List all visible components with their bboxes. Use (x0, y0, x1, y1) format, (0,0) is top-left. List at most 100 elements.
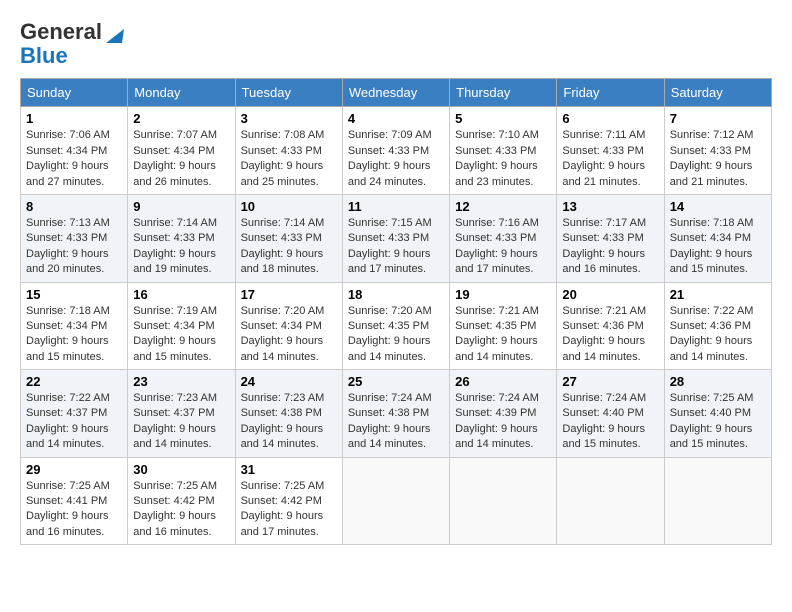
calendar-cell: 28Sunrise: 7:25 AMSunset: 4:40 PMDayligh… (664, 370, 771, 458)
day-number: 25 (348, 374, 444, 389)
calendar-cell: 21 Sunrise: 7:22 AMSunset: 4:36 PMDayligh… (664, 282, 771, 370)
calendar-cell: 4 Sunrise: 7:09 AMSunset: 4:33 PMDaylight… (342, 107, 449, 195)
day-number: 24 (241, 374, 337, 389)
day-number: 26 (455, 374, 551, 389)
day-number: 16 (133, 287, 229, 302)
calendar-cell (342, 457, 449, 545)
day-info: Sunrise: 7:06 AMSunset: 4:34 PMDaylight:… (26, 128, 122, 190)
calendar-cell: 9 Sunrise: 7:14 AMSunset: 4:33 PMDaylight… (128, 194, 235, 282)
calendar-cell: 6 Sunrise: 7:11 AMSunset: 4:33 PMDaylight… (557, 107, 664, 195)
day-number: 8 (26, 199, 122, 214)
calendar-cell: 24 Sunrise: 7:23 AMSunset: 4:38 PMDayligh… (235, 370, 342, 458)
day-number: 29 (26, 462, 122, 477)
calendar-table: SundayMondayTuesdayWednesdayThursdayFrid… (20, 78, 772, 545)
day-info: Sunrise: 7:23 AMSunset: 4:38 PMDaylight:… (241, 391, 337, 453)
calendar-cell: 18 Sunrise: 7:20 AMSunset: 4:35 PMDayligh… (342, 282, 449, 370)
day-number: 2 (133, 111, 229, 126)
day-number: 4 (348, 111, 444, 126)
day-info: Sunrise: 7:19 AMSunset: 4:34 PMDaylight:… (133, 304, 229, 366)
calendar-cell: 15 Sunrise: 7:18 AMSunset: 4:34 PMDayligh… (21, 282, 128, 370)
day-number: 14 (670, 199, 766, 214)
day-info: Sunrise: 7:22 AMSunset: 4:36 PMDaylight:… (670, 304, 766, 366)
day-number: 5 (455, 111, 551, 126)
calendar-cell: 2 Sunrise: 7:07 AMSunset: 4:34 PMDaylight… (128, 107, 235, 195)
calendar-cell: 29Sunrise: 7:25 AMSunset: 4:41 PMDayligh… (21, 457, 128, 545)
day-number: 12 (455, 199, 551, 214)
logo: General Blue (20, 20, 124, 68)
day-number: 15 (26, 287, 122, 302)
calendar-cell: 5 Sunrise: 7:10 AMSunset: 4:33 PMDaylight… (450, 107, 557, 195)
day-number: 3 (241, 111, 337, 126)
day-info: Sunrise: 7:25 AMSunset: 4:40 PMDaylight:… (670, 391, 766, 453)
day-info: Sunrise: 7:17 AMSunset: 4:33 PMDaylight:… (562, 216, 658, 278)
day-number: 1 (26, 111, 122, 126)
calendar-cell (450, 457, 557, 545)
day-info: Sunrise: 7:13 AMSunset: 4:33 PMDaylight:… (26, 216, 122, 278)
calendar-cell: 14 Sunrise: 7:18 AMSunset: 4:34 PMDayligh… (664, 194, 771, 282)
day-info: Sunrise: 7:24 AMSunset: 4:40 PMDaylight:… (562, 391, 658, 453)
calendar-cell: 25 Sunrise: 7:24 AMSunset: 4:38 PMDayligh… (342, 370, 449, 458)
calendar-cell: 7 Sunrise: 7:12 AMSunset: 4:33 PMDaylight… (664, 107, 771, 195)
calendar-cell: 10 Sunrise: 7:14 AMSunset: 4:33 PMDayligh… (235, 194, 342, 282)
day-info: Sunrise: 7:21 AMSunset: 4:35 PMDaylight:… (455, 304, 551, 366)
day-info: Sunrise: 7:14 AMSunset: 4:33 PMDaylight:… (241, 216, 337, 278)
day-number: 21 (670, 287, 766, 302)
calendar-cell: 3Sunrise: 7:08 AMSunset: 4:33 PMDaylight… (235, 107, 342, 195)
column-header-wednesday: Wednesday (342, 79, 449, 107)
day-number: 27 (562, 374, 658, 389)
day-number: 7 (670, 111, 766, 126)
calendar-cell: 20Sunrise: 7:21 AMSunset: 4:36 PMDayligh… (557, 282, 664, 370)
day-number: 6 (562, 111, 658, 126)
column-header-thursday: Thursday (450, 79, 557, 107)
day-info: Sunrise: 7:10 AMSunset: 4:33 PMDaylight:… (455, 128, 551, 190)
page-header: General Blue (20, 20, 772, 68)
calendar-week-1: 1 Sunrise: 7:06 AMSunset: 4:34 PMDaylight… (21, 107, 772, 195)
day-info: Sunrise: 7:20 AMSunset: 4:34 PMDaylight:… (241, 304, 337, 366)
day-number: 30 (133, 462, 229, 477)
calendar-cell: 30Sunrise: 7:25 AMSunset: 4:42 PMDayligh… (128, 457, 235, 545)
day-info: Sunrise: 7:09 AMSunset: 4:33 PMDaylight:… (348, 128, 444, 190)
day-info: Sunrise: 7:18 AMSunset: 4:34 PMDaylight:… (26, 304, 122, 366)
calendar-cell (557, 457, 664, 545)
calendar-cell: 8 Sunrise: 7:13 AMSunset: 4:33 PMDaylight… (21, 194, 128, 282)
day-info: Sunrise: 7:24 AMSunset: 4:39 PMDaylight:… (455, 391, 551, 453)
day-info: Sunrise: 7:23 AMSunset: 4:37 PMDaylight:… (133, 391, 229, 453)
calendar-cell: 13 Sunrise: 7:17 AMSunset: 4:33 PMDayligh… (557, 194, 664, 282)
logo-text-blue: Blue (20, 44, 124, 68)
calendar-cell: 11 Sunrise: 7:15 AMSunset: 4:33 PMDayligh… (342, 194, 449, 282)
calendar-cell: 1 Sunrise: 7:06 AMSunset: 4:34 PMDaylight… (21, 107, 128, 195)
calendar-cell: 23Sunrise: 7:23 AMSunset: 4:37 PMDayligh… (128, 370, 235, 458)
column-header-saturday: Saturday (664, 79, 771, 107)
calendar-cell: 31 Sunrise: 7:25 AMSunset: 4:42 PMDayligh… (235, 457, 342, 545)
calendar-cell: 19Sunrise: 7:21 AMSunset: 4:35 PMDayligh… (450, 282, 557, 370)
column-header-friday: Friday (557, 79, 664, 107)
calendar-week-4: 22 Sunrise: 7:22 AMSunset: 4:37 PMDayligh… (21, 370, 772, 458)
day-info: Sunrise: 7:20 AMSunset: 4:35 PMDaylight:… (348, 304, 444, 366)
day-number: 18 (348, 287, 444, 302)
column-header-sunday: Sunday (21, 79, 128, 107)
day-info: Sunrise: 7:21 AMSunset: 4:36 PMDaylight:… (562, 304, 658, 366)
day-number: 13 (562, 199, 658, 214)
day-info: Sunrise: 7:22 AMSunset: 4:37 PMDaylight:… (26, 391, 122, 453)
day-info: Sunrise: 7:15 AMSunset: 4:33 PMDaylight:… (348, 216, 444, 278)
calendar-week-5: 29Sunrise: 7:25 AMSunset: 4:41 PMDayligh… (21, 457, 772, 545)
day-info: Sunrise: 7:11 AMSunset: 4:33 PMDaylight:… (562, 128, 658, 190)
day-number: 9 (133, 199, 229, 214)
calendar-cell: 12Sunrise: 7:16 AMSunset: 4:33 PMDayligh… (450, 194, 557, 282)
calendar-cell: 16 Sunrise: 7:19 AMSunset: 4:34 PMDayligh… (128, 282, 235, 370)
calendar-cell: 22 Sunrise: 7:22 AMSunset: 4:37 PMDayligh… (21, 370, 128, 458)
day-number: 10 (241, 199, 337, 214)
calendar-cell: 26 Sunrise: 7:24 AMSunset: 4:39 PMDayligh… (450, 370, 557, 458)
day-number: 22 (26, 374, 122, 389)
day-info: Sunrise: 7:18 AMSunset: 4:34 PMDaylight:… (670, 216, 766, 278)
day-info: Sunrise: 7:07 AMSunset: 4:34 PMDaylight:… (133, 128, 229, 190)
day-number: 11 (348, 199, 444, 214)
day-info: Sunrise: 7:12 AMSunset: 4:33 PMDaylight:… (670, 128, 766, 190)
calendar-week-2: 8 Sunrise: 7:13 AMSunset: 4:33 PMDaylight… (21, 194, 772, 282)
day-info: Sunrise: 7:14 AMSunset: 4:33 PMDaylight:… (133, 216, 229, 278)
day-info: Sunrise: 7:25 AMSunset: 4:42 PMDaylight:… (241, 479, 337, 541)
day-info: Sunrise: 7:24 AMSunset: 4:38 PMDaylight:… (348, 391, 444, 453)
logo-bird-icon (104, 21, 124, 43)
logo-text-general: General (20, 20, 102, 44)
day-number: 31 (241, 462, 337, 477)
